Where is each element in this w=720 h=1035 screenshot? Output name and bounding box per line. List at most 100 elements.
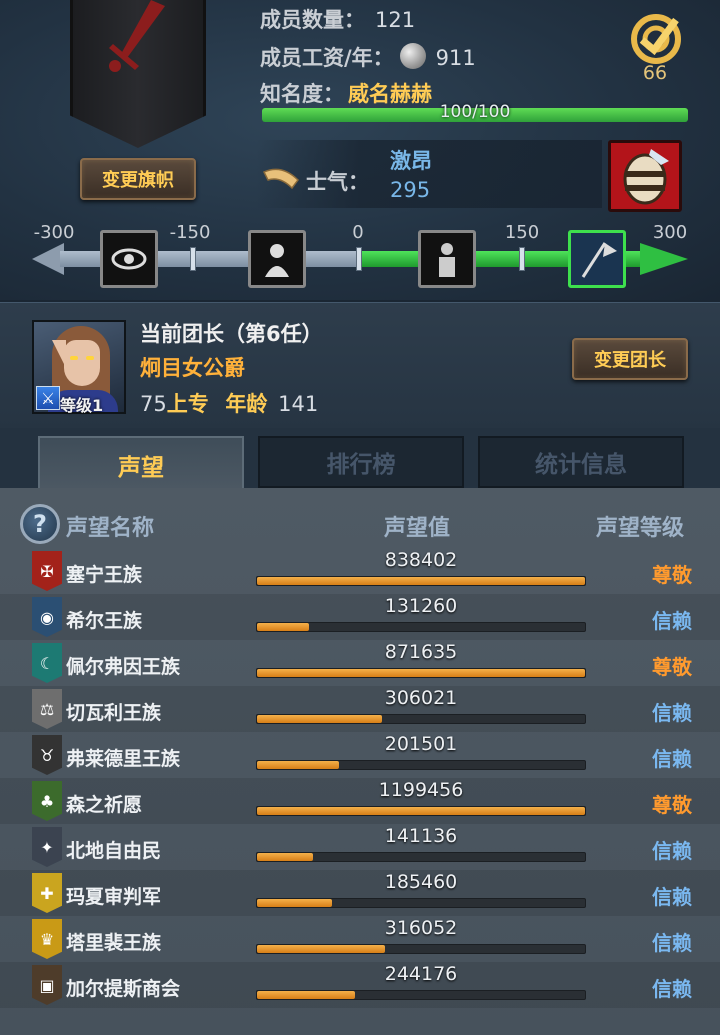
leader-skill-label: 上专	[166, 392, 209, 416]
reputation-progress-bar	[256, 622, 586, 632]
bull-crest-icon: ♉	[32, 735, 62, 775]
leader-heading: 当前团长（第6任）	[140, 322, 323, 346]
horn-icon	[262, 168, 299, 190]
table-row[interactable]: ✦ 北地自由民 141136 信赖	[0, 824, 720, 870]
reputation-progress-bar	[256, 760, 586, 770]
table-row[interactable]: ♉ 弗莱德里王族 201501 信赖	[0, 732, 720, 778]
column-header-name: 声望名称	[66, 516, 155, 541]
reputation-progress-fill	[257, 669, 585, 677]
faction-name: 切瓦利王族	[66, 702, 162, 724]
faction-name: 塔里裴王族	[66, 932, 162, 954]
scale-tick-mark	[356, 247, 362, 271]
cowering-figure-icon[interactable]	[248, 230, 306, 288]
portrait-eye	[86, 356, 94, 360]
reputation-progress-bar	[256, 852, 586, 862]
scale-tick-label: 150	[504, 222, 540, 243]
faction-name: 弗莱德里王族	[66, 748, 181, 770]
reputation-progress-fill	[257, 853, 313, 861]
tab-ranking[interactable]: 排行榜	[258, 436, 464, 488]
faction-name: 北地自由民	[66, 840, 162, 862]
reputation-progress-fill	[257, 991, 356, 999]
faction-name: 森之祈愿	[66, 794, 143, 816]
column-header-level: 声望等级	[596, 516, 685, 541]
table-row[interactable]: ♣ 森之祈愿 1199456 尊敬	[0, 778, 720, 824]
reputation-value: 244176	[384, 963, 458, 985]
target-count: 66	[642, 62, 668, 84]
leader-title: 炯目女公爵	[140, 356, 245, 380]
reputation-level: 信赖	[652, 977, 692, 1001]
tab-bar: 声望 排行榜 统计信息	[0, 428, 720, 492]
dagger-emblem-icon	[109, 0, 165, 72]
eye-icon[interactable]	[100, 230, 158, 288]
reputation-value: 185460	[384, 871, 458, 893]
reputation-progress-fill	[257, 807, 585, 815]
scale-tick-label: 0	[352, 222, 364, 243]
member-count: 成员数量： 121	[260, 4, 415, 34]
scale-tick-label: -300	[33, 222, 75, 243]
reputation-value: 141136	[384, 825, 458, 847]
leader-skill-value: 75	[140, 392, 167, 416]
table-row[interactable]: ◉ 希尔王族 131260 信赖	[0, 594, 720, 640]
globe-crest-icon: ◉	[32, 597, 62, 637]
crown-crest-icon: ♛	[32, 919, 62, 959]
morale-scale: -300 -150 0 150 300	[30, 222, 690, 292]
banner-charge-icon[interactable]	[568, 230, 626, 288]
member-count-label: 成员数量：	[260, 8, 365, 32]
table-row[interactable]: ⚖ 切瓦利王族 306021 信赖	[0, 686, 720, 732]
table-row[interactable]: ✚ 玛夏审判军 185460 信赖	[0, 870, 720, 916]
sword-crest-icon: ✠	[32, 551, 62, 591]
reputation-progress-bar	[256, 806, 586, 816]
reputation-level: 信赖	[652, 701, 692, 725]
morale-state: 激昂	[390, 149, 432, 173]
moon-crest-icon: ☾	[32, 643, 62, 683]
member-wage-label: 成员工资/年：	[260, 46, 394, 70]
scales-crest-icon: ⚖	[32, 689, 62, 729]
reputation-value: 201501	[384, 733, 458, 755]
scale-tick-mark	[190, 247, 196, 271]
reputation-level: 尊敬	[652, 793, 692, 817]
morale-label: 士气：	[306, 170, 369, 194]
help-icon[interactable]: ?	[20, 504, 60, 544]
change-leader-button[interactable]: 变更团长	[572, 338, 688, 380]
morale-value: 295	[390, 178, 431, 202]
cross-crest-icon: ✚	[32, 873, 62, 913]
reputation-value: 838402	[384, 549, 458, 571]
fame-progress-text: 100/100	[439, 102, 511, 122]
reputation-value: 316052	[384, 917, 458, 939]
faction-name: 加尔提斯商会	[66, 978, 181, 1000]
table-row[interactable]: ☾ 佩尔弗因王族 871635 尊敬	[0, 640, 720, 686]
barrel-icon[interactable]	[608, 140, 682, 212]
reputation-progress-bar	[256, 576, 586, 586]
scale-arrow-right	[640, 243, 688, 275]
tab-statistics[interactable]: 统计信息	[478, 436, 684, 488]
statue-figure-icon[interactable]	[418, 230, 476, 288]
reputation-level: 信赖	[652, 839, 692, 863]
chest-crest-icon: ▣	[32, 965, 62, 1005]
reputation-progress-bar	[256, 668, 586, 678]
reputation-level: 信赖	[652, 885, 692, 909]
silver-coin-icon	[399, 43, 426, 69]
reputation-level: 信赖	[652, 747, 692, 771]
reputation-progress-fill	[257, 623, 310, 631]
reputation-level: 尊敬	[652, 655, 692, 679]
portrait-face	[64, 340, 100, 386]
reputation-progress-fill	[257, 715, 382, 723]
table-row[interactable]: ♛ 塔里裴王族 316052 信赖	[0, 916, 720, 962]
reputation-progress-fill	[257, 761, 339, 769]
reputation-progress-bar	[256, 714, 586, 724]
target-check-icon[interactable]	[624, 12, 688, 66]
leader-level: 等级1	[60, 396, 104, 415]
reputation-progress-bar	[256, 944, 586, 954]
reputation-value: 306021	[384, 687, 458, 709]
reputation-progress-bar	[256, 898, 586, 908]
reputation-progress-bar	[256, 990, 586, 1000]
table-row[interactable]: ✠ 塞宁王族 838402 尊敬	[0, 548, 720, 594]
reputation-progress-fill	[257, 899, 333, 907]
change-banner-button[interactable]: 变更旗帜	[80, 158, 196, 200]
reputation-level: 信赖	[652, 931, 692, 955]
tab-reputation[interactable]: 声望	[38, 436, 244, 492]
table-row[interactable]: ▣ 加尔提斯商会 244176 信赖	[0, 962, 720, 1008]
leader-age-value: 141	[278, 392, 319, 416]
member-wage-value: 911	[435, 46, 476, 70]
tree-crest-icon: ♣	[32, 781, 62, 821]
